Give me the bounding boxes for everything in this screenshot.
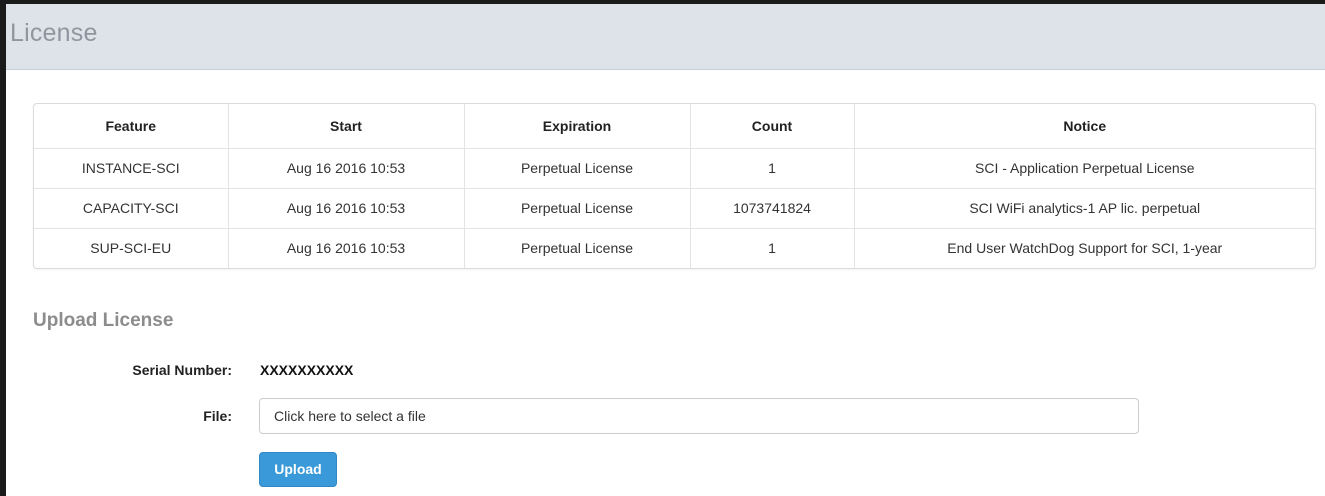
cell-start: Aug 16 2016 10:53 — [228, 148, 465, 188]
cell-notice: SCI WiFi analytics-1 AP lic. perpetual — [969, 200, 1201, 216]
cell-start: Aug 16 2016 10:53 — [228, 188, 465, 228]
serial-number-label: Serial Number: — [132, 362, 232, 378]
table-row: INSTANCE-SCI Aug 16 2016 10:53 Perpetual… — [34, 148, 1315, 188]
upload-button[interactable]: Upload — [259, 452, 337, 487]
cell-count: 1 — [690, 228, 855, 268]
cell-expiration: Perpetual License — [464, 228, 691, 268]
cell-count: 1 — [690, 148, 855, 188]
cell-notice: SCI - Application Perpetual License — [975, 160, 1195, 176]
table-row: SUP-SCI-EU Aug 16 2016 10:53 Perpetual L… — [34, 228, 1315, 268]
table-row: CAPACITY-SCI Aug 16 2016 10:53 Perpetual… — [34, 188, 1315, 228]
column-header-count: Count — [690, 104, 855, 148]
cell-feature: SUP-SCI-EU — [34, 228, 229, 268]
cell-feature: CAPACITY-SCI — [34, 188, 229, 228]
page-title: License — [10, 19, 98, 47]
panel-header: License — [6, 4, 1325, 70]
license-table: Feature Start Expiration Count Notice IN… — [33, 103, 1316, 269]
table-header-row: Feature Start Expiration Count Notice — [34, 104, 1315, 148]
upload-license-title: Upload License — [33, 310, 174, 331]
cell-expiration: Perpetual License — [464, 148, 691, 188]
column-header-expiration: Expiration — [464, 104, 691, 148]
file-select-input[interactable]: Click here to select a file — [259, 398, 1139, 434]
serial-number-value: XXXXXXXXXX — [260, 362, 354, 378]
column-header-start: Start — [228, 104, 465, 148]
column-header-feature: Feature — [34, 104, 229, 148]
cell-feature: INSTANCE-SCI — [34, 148, 229, 188]
cell-count: 1073741824 — [690, 188, 855, 228]
cell-expiration: Perpetual License — [464, 188, 691, 228]
file-label: File: — [203, 408, 232, 424]
column-header-notice: Notice — [1063, 117, 1107, 134]
cell-start: Aug 16 2016 10:53 — [228, 228, 465, 268]
cell-notice: End User WatchDog Support for SCI, 1-yea… — [947, 240, 1223, 257]
